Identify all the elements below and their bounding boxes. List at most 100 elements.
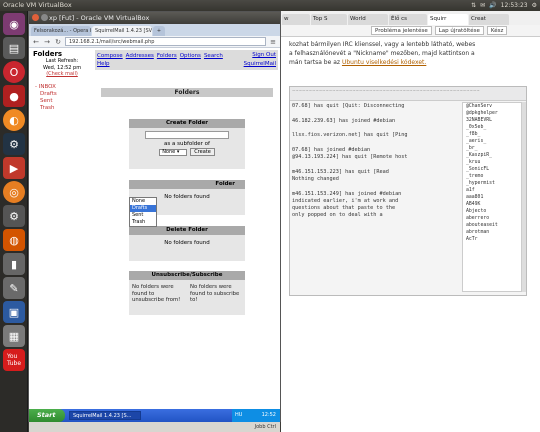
start-button[interactable]: Start [29, 409, 65, 422]
red-app-icon[interactable]: ● [3, 85, 25, 107]
settings-icon[interactable]: ⚙ [3, 205, 25, 227]
text-editor-icon[interactable]: ✎ [3, 277, 25, 299]
irc-log-line [292, 110, 454, 117]
irc-user[interactable]: 32NABEVRL [466, 117, 521, 124]
irc-user[interactable]: _aeris_ [466, 138, 521, 145]
mail-icon[interactable]: ✉ [480, 0, 485, 11]
media-app-icon[interactable]: ▶ [3, 157, 25, 179]
ubuntu-software-icon[interactable]: ◎ [3, 181, 25, 203]
window-controls [32, 14, 48, 21]
menu-icon[interactable]: ≡ [269, 38, 277, 46]
host-tab-1[interactable]: w [282, 14, 310, 25]
host-tab-3[interactable]: World [348, 14, 388, 25]
virtualbox-icon[interactable]: ▣ [3, 301, 25, 323]
host-tab-4[interactable]: Élő cs [389, 14, 427, 25]
ubuntu-one-icon[interactable]: ◍ [3, 229, 25, 251]
irc-log-line: 07.68] has joined #debian [292, 146, 371, 153]
volume-icon[interactable]: 🔊 [489, 0, 496, 11]
irc-user[interactable]: _br_ [466, 145, 521, 152]
irc-user[interactable]: _tremo [466, 173, 521, 180]
irc-user[interactable]: @ChanServ [466, 103, 521, 110]
reload-icon[interactable]: ↻ [54, 38, 62, 46]
ubuntu-code-of-conduct-link[interactable]: Ubuntu viselkedési kódexet. [342, 59, 426, 66]
irc-user[interactable]: aaa801 [466, 194, 521, 201]
workspaces-icon[interactable]: ▦ [3, 325, 25, 347]
irc-user[interactable]: abouteaseit [466, 222, 521, 229]
compose-link[interactable]: Compose [97, 53, 123, 59]
option-sent[interactable]: Sent [130, 212, 156, 219]
irc-log-line: indicated earlier, i'm at work and [292, 197, 399, 204]
guest-browser: Felsorakozá... - Opera Felhaszn. Squirre… [29, 24, 280, 409]
host-tab-6[interactable]: Creat [469, 14, 509, 25]
irc-user[interactable]: _KaszpiR_ [466, 152, 521, 159]
opera-icon[interactable]: O [3, 61, 25, 83]
irc-scrollbar[interactable] [522, 102, 526, 292]
terminal-icon[interactable]: ▮ [3, 253, 25, 275]
sign-out-link[interactable]: Sign Out [252, 52, 276, 58]
parent-folder-dropdown: None Drafts Sent Trash [129, 197, 157, 227]
irc-user[interactable]: _kruu [466, 159, 521, 166]
host-tab-bar: w Top S World Élő cs Squirr Creat [281, 11, 540, 25]
folder-sent[interactable]: Sent [35, 98, 93, 105]
folders-link[interactable]: Folders [157, 53, 177, 59]
files-icon[interactable]: ▤ [3, 37, 25, 59]
create-folder-title: Create Folder [129, 119, 245, 128]
irc-user[interactable]: _f8b_ [466, 131, 521, 138]
network-icon[interactable]: ⇅ [471, 0, 476, 11]
virtualbox-title: xp [Fut] - Oracle VM VirtualBox [49, 14, 150, 22]
irc-user[interactable]: Abjecto [466, 208, 521, 215]
option-drafts[interactable]: Drafts [130, 205, 156, 212]
irc-user[interactable]: a1f [466, 187, 521, 194]
irc-user[interactable]: abrotman [466, 229, 521, 236]
firefox-icon[interactable]: ◐ [3, 109, 25, 131]
irc-user[interactable]: _SonicFL [466, 166, 521, 173]
virtualbox-statusbar: Jobb Ctrl [29, 422, 280, 432]
youtube-icon[interactable]: You Tube [3, 349, 25, 371]
back-icon[interactable]: ← [32, 38, 40, 46]
irc-user-list[interactable]: @ChanServ @dpkghelper 32NABEVRL _0x5eb_ _f8b… [462, 102, 522, 292]
done-button[interactable]: Kész [486, 26, 508, 35]
check-mail-link[interactable]: (Check mail) [31, 71, 93, 78]
folder-drafts[interactable]: Drafts [35, 91, 93, 98]
irc-user[interactable]: @dpkghelper [466, 110, 521, 117]
power-gear-icon[interactable]: ⚙ [532, 0, 537, 11]
options-link[interactable]: Options [180, 53, 201, 59]
parent-folder-select[interactable]: None ▾ [159, 148, 188, 156]
host-tab-2[interactable]: Top S [311, 14, 347, 25]
irc-log-line: only popped on to deal with a [292, 212, 383, 219]
forward-icon[interactable]: → [43, 38, 51, 46]
help-link[interactable]: Help [97, 61, 110, 67]
irc-user[interactable]: aberrero [466, 215, 521, 222]
delete-folder-title: Delete Folder [129, 226, 245, 235]
steam-icon[interactable]: ⚙ [3, 133, 25, 155]
irc-user[interactable]: AB49K [466, 201, 521, 208]
irc-user[interactable]: _0x5eb_ [466, 124, 521, 131]
irc-log-line [292, 139, 454, 146]
guest-tab-squirrelmail[interactable]: SquirrelMail 1.4.23 [SVN] [92, 26, 152, 36]
folder-inbox[interactable]: - INBOX [35, 84, 93, 91]
squirrelmail-menu: Compose Addresses Folders Options Search… [95, 50, 278, 70]
squirrelmail-brand-link[interactable]: SquirrelMail [244, 61, 276, 67]
option-trash[interactable]: Trash [130, 219, 156, 226]
irc-user[interactable]: _hypermist [466, 180, 521, 187]
create-button[interactable]: Create [190, 148, 215, 156]
search-link[interactable]: Search [204, 53, 223, 59]
new-tab-button[interactable]: + [153, 26, 165, 36]
minimize-icon[interactable] [41, 14, 48, 21]
guest-tab-1[interactable]: Felsorakozá... - Opera Felhaszn. [31, 26, 91, 36]
close-icon[interactable] [32, 14, 39, 21]
language-indicator[interactable]: HU [235, 409, 242, 422]
option-none[interactable]: None [130, 198, 156, 205]
new-folder-name-input[interactable] [145, 131, 229, 139]
irc-user[interactable]: AcTr [466, 236, 521, 243]
ubuntu-dash-icon[interactable]: ◉ [3, 13, 25, 35]
reload-page-button[interactable]: Lap újratöltése [434, 26, 484, 35]
report-problem-button[interactable]: Probléma jelentése [371, 26, 432, 35]
folder-list: - INBOX Drafts Sent Trash [35, 84, 93, 112]
addresses-link[interactable]: Addresses [126, 53, 154, 59]
address-bar[interactable]: 192.168.2.1/mail/src/webmail.php [65, 37, 266, 46]
host-tab-5[interactable]: Squirr [428, 14, 468, 25]
clock[interactable]: 12:53:23 [501, 0, 528, 11]
folder-trash[interactable]: Trash [35, 105, 93, 112]
taskbar-item-squirrelmail[interactable]: SquirrelMail 1.4.23 [S... [69, 411, 141, 420]
